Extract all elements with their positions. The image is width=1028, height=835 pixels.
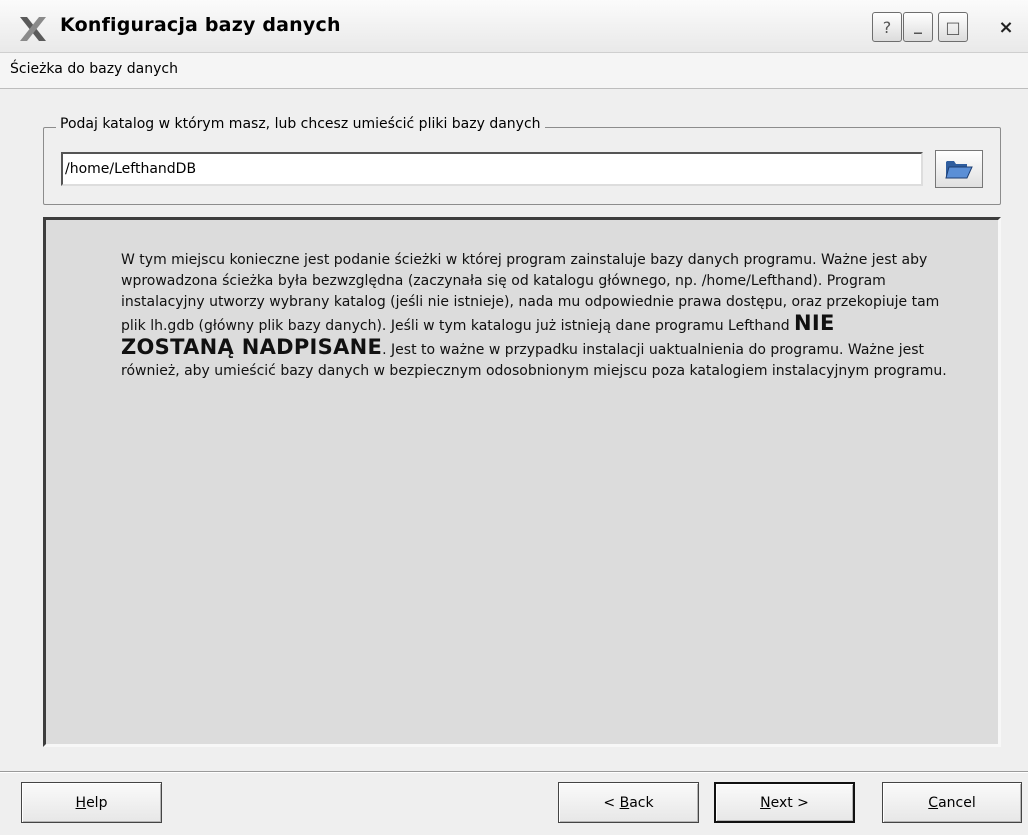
path-groupbox-legend: Podaj katalog w którym masz, lub chcesz … (56, 116, 545, 132)
cancel-mnemonic: C (928, 794, 939, 811)
open-folder-icon (945, 161, 973, 179)
info-panel: W tym miejscu konieczne jest podanie ści… (43, 217, 1001, 747)
browse-folder-button[interactable] (935, 150, 983, 188)
help-button[interactable]: Help (21, 782, 162, 823)
x-logo-icon (20, 17, 46, 41)
help-label: elp (86, 794, 108, 811)
help-mnemonic: H (75, 794, 87, 811)
close-icon: × (998, 16, 1014, 38)
minimize-icon: _ (914, 14, 922, 34)
next-mnemonic: N (760, 794, 771, 811)
maximize-button[interactable]: □ (938, 12, 968, 42)
cancel-button[interactable]: Cancel (882, 782, 1022, 823)
back-button[interactable]: < Back (558, 782, 699, 823)
page-header: Ścieżka do bazy danych (0, 53, 1028, 89)
button-separator (0, 771, 1028, 773)
title-bar[interactable]: Konfiguracja bazy danych ? _ □ × (0, 0, 1028, 53)
page-header-title: Ścieżka do bazy danych (10, 61, 178, 77)
maximize-icon: □ (945, 17, 961, 37)
back-prefix: < (603, 794, 620, 811)
context-help-button[interactable]: ? (872, 12, 902, 42)
minimize-button[interactable]: _ (903, 12, 933, 42)
cancel-label: ancel (938, 794, 976, 811)
database-path-input[interactable] (61, 152, 923, 186)
back-mnemonic: B (619, 794, 630, 811)
info-description: W tym miejscu konieczne jest podanie ści… (121, 250, 951, 382)
window-title: Konfiguracja bazy danych (60, 14, 341, 36)
question-icon: ? (882, 17, 892, 37)
next-label: ext > (770, 794, 809, 811)
close-button[interactable]: × (991, 12, 1021, 42)
next-button[interactable]: Next > (714, 782, 855, 823)
back-label: ack (629, 794, 654, 811)
